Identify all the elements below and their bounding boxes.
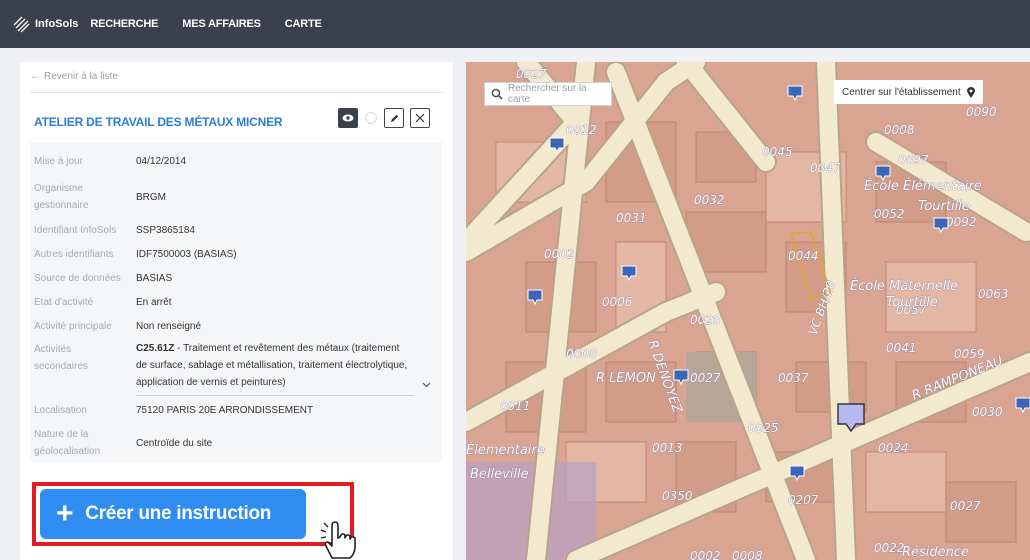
map-parcel (865, 451, 947, 513)
map-label: 0045 (762, 145, 793, 159)
info-label: Activité principale (34, 321, 112, 332)
info-label: Autres identifiants (34, 249, 114, 260)
map-label: 0013 (652, 441, 683, 455)
map-label: 0028 (690, 313, 721, 327)
map-label: Élementaire (466, 442, 545, 458)
map-label: 0008 (732, 549, 763, 560)
center-label: Centrer sur l'établissement (842, 86, 961, 98)
map-label: 0011 (500, 399, 531, 413)
divider (30, 92, 443, 93)
map-label: 0047 (810, 161, 841, 175)
map-label: 0027 (516, 67, 547, 81)
map-label: 0024 (878, 441, 909, 455)
nav-mes-affaires[interactable]: MES AFFAIRES (170, 0, 272, 48)
map-search-input[interactable]: Rechercher sur la carte (484, 82, 612, 106)
map-canvas[interactable]: 0027 0012 0045 0047 0097 0090 0008 0032 0031 0052… (466, 62, 1030, 560)
map-label: 0044 (788, 249, 819, 263)
map-label: 0059 (954, 347, 985, 361)
app-logo-text: InfoSols (35, 18, 79, 30)
info-label: Etat d'activité (34, 297, 94, 308)
info-label: Mise à jour (34, 156, 83, 167)
back-to-list-label: Revenir à la liste (44, 71, 118, 82)
map-label: 0097 (898, 153, 929, 167)
map-label: Belleville (470, 467, 529, 482)
map-label: 0008 (566, 347, 597, 361)
map-label: 0022 (874, 541, 905, 555)
nav-recherche[interactable]: RECHERCHE (78, 0, 170, 48)
eye-icon (342, 114, 354, 122)
create-instruction-label: Créer une instruction (85, 503, 272, 524)
map-label: 0030 (972, 405, 1003, 419)
map-label: École Élémentaire (864, 178, 982, 194)
create-instruction-button[interactable]: + Créer une instruction (40, 489, 306, 539)
map-label: R LEMON (596, 371, 656, 386)
circle-icon (365, 112, 377, 124)
map-label: 0012 (566, 123, 597, 137)
info-label: Identifiant InfoSols (34, 225, 117, 236)
info-label: Localisation (34, 405, 87, 416)
info-value: 75120 PARIS 20E ARRONDISSEMENT (136, 405, 314, 416)
info-value: BRGM (136, 192, 166, 203)
edit-button[interactable] (384, 108, 404, 128)
map-label: 0031 (616, 211, 647, 225)
map-label: 0350 (662, 489, 693, 503)
map-label: Tourtille (918, 199, 970, 214)
pencil-icon (390, 114, 398, 122)
infosols-logo-icon (13, 16, 30, 33)
establishment-title: ATELIER DE TRAVAIL DES MÉTAUX MICNER (34, 115, 283, 129)
info-value: Non renseigné (136, 321, 202, 332)
activity-description: - Traitement et revêtement des métaux (t… (136, 343, 408, 388)
map-label: 0207 (788, 493, 819, 507)
chevron-down-icon[interactable] (422, 380, 431, 391)
map-label: 0032 (694, 193, 725, 207)
close-icon (415, 113, 425, 123)
info-value: 04/12/2014 (136, 156, 187, 167)
status-indicator (364, 108, 378, 128)
map-search-placeholder: Rechercher sur la carte (507, 83, 587, 105)
map-label: 0090 (966, 105, 997, 119)
divider (136, 395, 414, 396)
location-pin-icon (966, 86, 975, 98)
info-value: C25.61Z - Traitement et revêtement des m… (136, 340, 411, 391)
close-button[interactable] (410, 108, 430, 128)
map-label: 0063 (978, 287, 1009, 301)
info-value: SSP3865184 (136, 225, 195, 236)
title-actions (338, 108, 430, 128)
top-navbar: InfoSols RECHERCHE MES AFFAIRES CARTE (0, 0, 1030, 48)
map-label: 0037 (778, 371, 809, 385)
app-logo[interactable]: InfoSols (12, 15, 78, 33)
view-button[interactable] (338, 108, 358, 128)
map-label: Tourtille (886, 295, 938, 310)
map-label: 0002 (544, 247, 575, 261)
hand-cursor-icon (320, 521, 356, 559)
center-on-establishment-button[interactable]: Centrer sur l'établissement (834, 80, 983, 104)
map-label: Résidence (902, 545, 969, 560)
plus-icon: + (56, 497, 74, 530)
map-label: 0002 (690, 549, 721, 560)
info-value: Centroïde du site (136, 438, 213, 449)
info-value: IDF7500003 (BASIAS) (136, 249, 237, 260)
back-to-list-link[interactable]: ← Revenir à la liste (30, 71, 118, 82)
info-value: BASIAS (136, 273, 173, 284)
map-label: 0052 (874, 207, 905, 221)
map-label: 0092 (946, 215, 977, 229)
map-label: 0006 (602, 295, 633, 309)
arrow-left-icon: ← (30, 71, 40, 82)
map-label: 0008 (884, 123, 915, 137)
map-view[interactable]: 0027 0012 0045 0047 0097 0090 0008 0032 0031 0052… (466, 62, 1030, 560)
info-table: Mise à jour 04/12/2014 Organisme gestion… (30, 142, 442, 462)
info-label: Source de données (34, 273, 121, 284)
info-value: En arrêt (136, 297, 172, 308)
info-label: Activités secondaires (34, 344, 88, 372)
map-label: 0027 (690, 371, 721, 385)
activity-code: C25.61Z (136, 343, 175, 354)
search-icon (491, 88, 503, 100)
map-label: 0041 (886, 341, 917, 355)
nav-carte[interactable]: CARTE (273, 0, 334, 48)
info-label: Nature de la géolocalisation (34, 429, 101, 457)
info-label: Organisme gestionnaire (34, 183, 89, 211)
map-label: 0027 (950, 499, 981, 513)
map-label: 0025 (748, 421, 779, 435)
map-label: École Maternelle (850, 278, 958, 294)
